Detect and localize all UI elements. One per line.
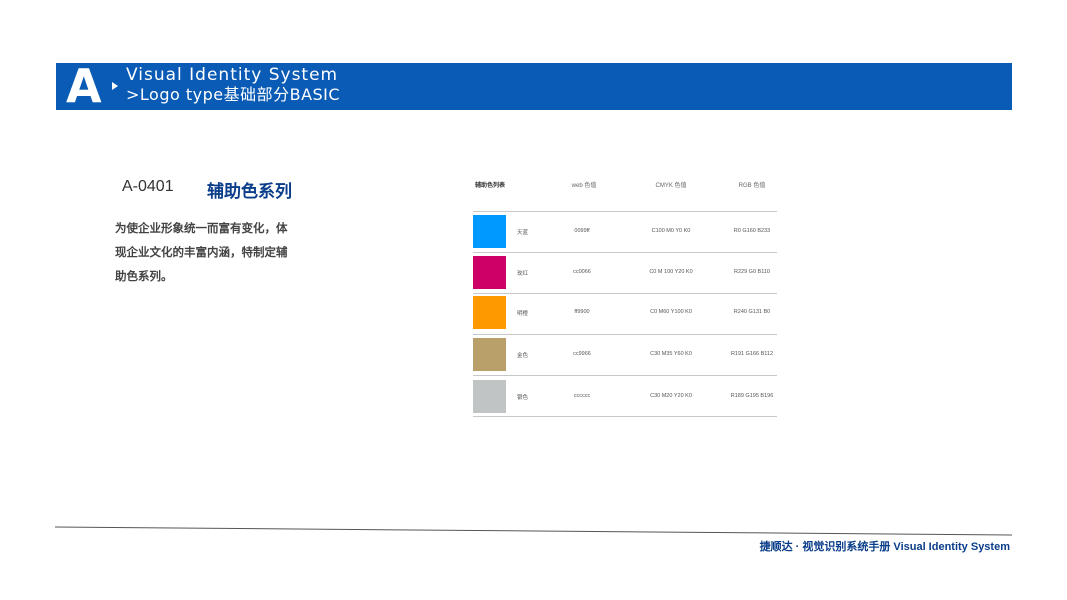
footer-text: 捷顺达 · 视觉识别系统手册 Visual Identity System	[759, 541, 1010, 553]
footer-divider-line	[54, 526, 1013, 536]
